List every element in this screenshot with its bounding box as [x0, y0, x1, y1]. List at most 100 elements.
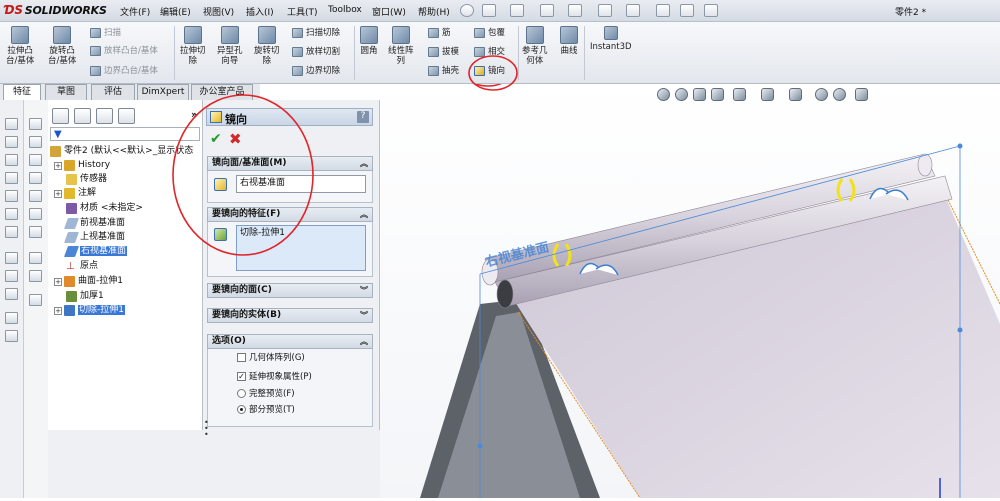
tree-item-front-plane[interactable]: 前视基准面: [54, 217, 125, 230]
file-props-icon[interactable]: [680, 4, 694, 17]
solidworks-logo[interactable]: ƊS SOLIDWORKS: [4, 3, 107, 17]
section-bodies-to-mirror[interactable]: 要镜向的实体(B) ︾: [207, 308, 373, 323]
tree-item-material[interactable]: 材质 <未指定>: [54, 202, 143, 215]
zoom-fit-icon[interactable]: [657, 88, 670, 101]
tree-item-surface-extrude[interactable]: + 曲面-拉伸1: [54, 275, 123, 288]
tree-item-cut-extrude[interactable]: + 切除-拉伸1: [54, 304, 125, 317]
bottom-view-icon[interactable]: [5, 226, 18, 238]
menu-tools[interactable]: 工具(T): [287, 5, 318, 18]
tab-evaluate[interactable]: 评估: [91, 84, 135, 100]
menu-file[interactable]: 文件(F): [120, 5, 150, 18]
view-orient-icon[interactable]: [5, 118, 18, 130]
left-view-icon[interactable]: [5, 172, 18, 184]
full-preview-radio[interactable]: 完整预览(F): [237, 389, 295, 400]
rib-button[interactable]: 筋: [428, 28, 451, 38]
plane-handle[interactable]: [957, 327, 963, 333]
expand-icon[interactable]: ︾: [360, 309, 368, 322]
wrap-button[interactable]: 包覆: [474, 28, 505, 38]
tree-item-annotations[interactable]: + 注解: [54, 187, 96, 200]
hide-show-icon[interactable]: [789, 88, 802, 101]
loft-cut-button[interactable]: 放样切割: [292, 47, 340, 57]
right-view-icon[interactable]: [5, 190, 18, 202]
dimension-icon[interactable]: [5, 270, 18, 282]
section-view-icon[interactable]: [711, 88, 724, 101]
tree-filter-input[interactable]: ▼: [50, 127, 200, 141]
tab-sketch[interactable]: 草图: [45, 84, 87, 100]
sweep-button[interactable]: 扫描: [90, 28, 121, 38]
table-icon[interactable]: [29, 172, 42, 184]
expand-icon[interactable]: +: [54, 161, 62, 170]
tab-office-products[interactable]: 办公室产品: [191, 84, 253, 100]
reference-geometry-button[interactable]: 参考几 何体: [522, 26, 548, 66]
section-features-to-mirror[interactable]: 要镜向的特征(F) ︽: [207, 207, 373, 222]
open-icon[interactable]: [510, 4, 524, 17]
menu-insert[interactable]: 插入(I): [246, 5, 274, 18]
panel-splitter-handle[interactable]: • • •: [204, 419, 209, 439]
tree-item-sensors[interactable]: 传感器: [54, 173, 107, 186]
section-mirror-face[interactable]: 镜向面/基准面(M) ︽: [207, 156, 373, 171]
tab-dimxpert[interactable]: DimXpert: [137, 84, 189, 100]
section-faces-to-mirror[interactable]: 要镜向的面(C) ︾: [207, 283, 373, 298]
menu-view[interactable]: 视图(V): [203, 5, 234, 18]
tree-root[interactable]: 零件2 (默认<<默认>_显示状态: [50, 145, 193, 158]
graphics-area[interactable]: 右视基准面: [174, 49, 1000, 499]
boundary-cut-button[interactable]: 边界切除: [292, 66, 340, 76]
tree-item-origin[interactable]: ⊥ 原点: [54, 260, 98, 273]
expand-icon[interactable]: ︾: [360, 284, 368, 297]
tree-item-thicken[interactable]: 加厚1: [54, 290, 104, 303]
shell-button[interactable]: 抽壳: [428, 66, 459, 76]
collapse-chevron-icon[interactable]: »: [191, 110, 197, 121]
tree-item-right-plane[interactable]: 右视基准面: [54, 245, 128, 258]
copy-icon[interactable]: [5, 330, 18, 342]
zoom-area-icon[interactable]: [675, 88, 688, 101]
menu-edit[interactable]: 编辑(E): [160, 5, 191, 18]
mirror-plane-field[interactable]: 右视基准面: [236, 175, 366, 193]
relation-icon[interactable]: [5, 288, 18, 300]
save-icon[interactable]: [540, 4, 554, 17]
section-options[interactable]: 选项(O) ︽: [207, 334, 373, 349]
collapse-icon[interactable]: ︽: [360, 335, 368, 348]
display-style-icon[interactable]: [761, 88, 774, 101]
menu-window[interactable]: 窗口(W): [372, 5, 406, 18]
front-view-icon[interactable]: [5, 136, 18, 148]
expand-icon[interactable]: +: [54, 306, 62, 315]
cancel-button[interactable]: ✖: [229, 130, 242, 148]
help-button[interactable]: ?: [357, 111, 369, 123]
collapse-icon[interactable]: ︽: [360, 208, 368, 221]
previous-view-icon[interactable]: [693, 88, 706, 101]
expand-icon[interactable]: +: [54, 277, 62, 286]
linear-pattern-button[interactable]: 线性阵 列: [388, 26, 414, 66]
edit-appearance-icon[interactable]: [815, 88, 828, 101]
layer-icon[interactable]: [5, 312, 18, 324]
display-manager-icon[interactable]: [118, 108, 135, 124]
undo-icon[interactable]: [598, 4, 612, 17]
scene-icon[interactable]: [833, 88, 846, 101]
back-view-icon[interactable]: [5, 154, 18, 166]
features-list-field[interactable]: 切除-拉伸1: [236, 225, 366, 271]
panel-icon[interactable]: [29, 154, 42, 166]
print-icon[interactable]: [568, 4, 582, 17]
loft-boss-button[interactable]: 放样凸台/基体: [90, 46, 158, 56]
select-icon[interactable]: [626, 4, 640, 17]
flag-icon[interactable]: [29, 294, 42, 306]
rebuild-icon[interactable]: [656, 4, 670, 17]
partial-preview-radio[interactable]: 部分预览(T): [237, 405, 295, 416]
note-icon[interactable]: [29, 252, 42, 264]
top-view-icon[interactable]: [5, 208, 18, 220]
fillet-button[interactable]: 圆角: [360, 26, 378, 56]
menu-help[interactable]: 帮助(H): [418, 5, 450, 18]
list-icon[interactable]: [29, 190, 42, 202]
expand-icon[interactable]: +: [54, 189, 62, 198]
curves-button[interactable]: 曲线: [560, 26, 578, 56]
property-manager-icon[interactable]: [74, 108, 91, 124]
hole-wizard-button[interactable]: 异型孔 向导: [217, 26, 243, 66]
tree-item-history[interactable]: + History: [54, 159, 110, 172]
options-icon[interactable]: [704, 4, 718, 17]
ok-button[interactable]: ✔: [210, 131, 222, 147]
sketch-line-icon[interactable]: [5, 252, 18, 264]
plane-handle[interactable]: [957, 143, 963, 149]
feature-manager-icon[interactable]: [52, 108, 69, 124]
block-icon[interactable]: [29, 226, 42, 238]
pin-icon[interactable]: [460, 4, 474, 17]
chart-icon[interactable]: [29, 208, 42, 220]
